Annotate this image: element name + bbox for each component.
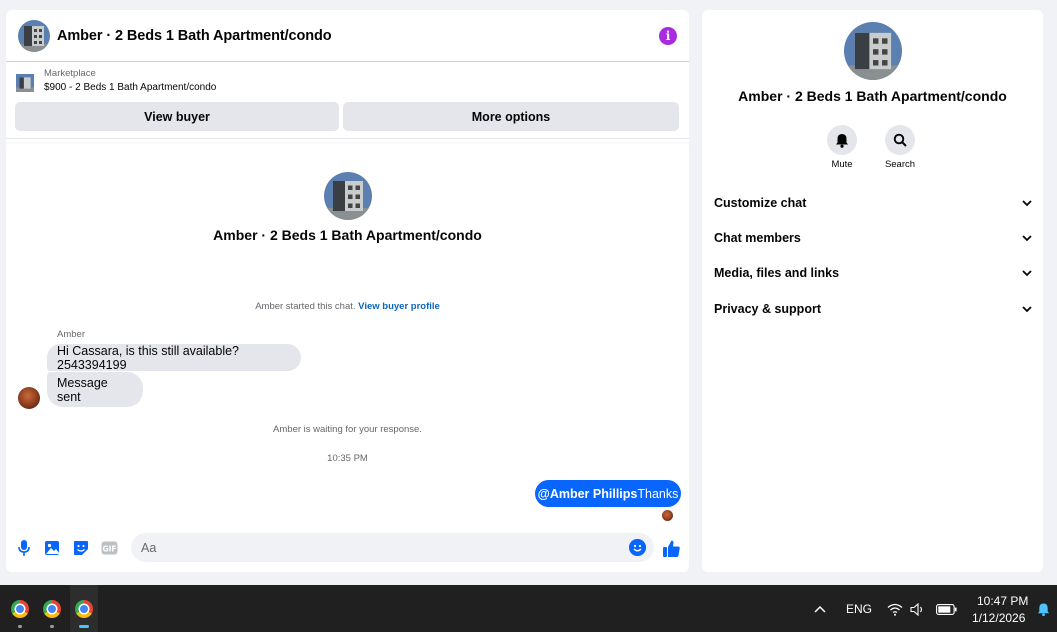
section-chat-members[interactable]: Chat members (714, 227, 1034, 249)
listing-actions: View buyer More options (6, 102, 689, 138)
chevron-up-icon[interactable] (812, 601, 828, 617)
wifi-icon[interactable] (887, 601, 903, 617)
volume-icon[interactable] (909, 601, 925, 617)
message-input[interactable] (141, 540, 611, 555)
running-indicator (50, 625, 54, 628)
running-indicator (18, 625, 22, 628)
marketplace-listing[interactable]: Marketplace $900 - 2 Beds 1 Bath Apartme… (6, 62, 689, 102)
section-label: Media, files and links (714, 266, 840, 280)
taskbar-chrome-2[interactable] (37, 585, 67, 632)
chat-header: Amber · 2 Beds 1 Bath Apartment/condo i (6, 10, 689, 62)
chat-title[interactable]: Amber · 2 Beds 1 Bath Apartment/condo (57, 28, 332, 44)
header-divider (6, 138, 689, 142)
mute-label: Mute (831, 159, 853, 170)
gif-icon[interactable]: GIF (100, 539, 118, 557)
marketplace-label: Marketplace (44, 68, 96, 79)
intro-avatar (323, 172, 372, 220)
info-title: Amber · 2 Beds 1 Bath Apartment/condo (738, 88, 1007, 104)
chat-started-text: Amber started this chat. (255, 301, 356, 312)
emoji-icon[interactable] (629, 539, 646, 556)
message-timestamp: 10:35 PM (327, 453, 368, 464)
notification-bell-icon[interactable] (1035, 601, 1051, 617)
chevron-down-icon (1022, 306, 1032, 313)
chat-avatar[interactable] (18, 19, 50, 52)
search-icon (893, 133, 907, 147)
taskbar-chrome-3[interactable] (70, 585, 98, 632)
outgoing-message[interactable]: @Amber Phillips Thanks (535, 480, 681, 507)
chat-intro: Amber · 2 Beds 1 Bath Apartment/condo (6, 172, 689, 243)
chevron-down-icon (1022, 200, 1032, 207)
more-options-button[interactable]: More options (343, 102, 679, 131)
language-indicator[interactable]: ENG (846, 602, 872, 616)
intro-title: Amber · 2 Beds 1 Bath Apartment/condo (213, 227, 482, 243)
search-button[interactable] (885, 125, 915, 155)
message-input-box[interactable] (131, 533, 654, 562)
mute-button[interactable] (827, 125, 857, 155)
clock-date[interactable]: 1/12/2026 (972, 611, 1025, 625)
chat-panel: Amber · 2 Beds 1 Bath Apartment/condo i … (6, 10, 689, 572)
info-avatar[interactable] (844, 22, 902, 80)
message-composer: GIF (6, 532, 689, 564)
read-receipt-avatar (662, 510, 673, 521)
taskbar-chrome-1[interactable] (5, 585, 35, 632)
mention-tag[interactable]: @Amber Phillips (538, 487, 638, 501)
conversation-info-panel: Amber · 2 Beds 1 Bath Apartment/condo Mu… (702, 10, 1043, 572)
sender-avatar[interactable] (18, 387, 40, 409)
listing-thumbnail (16, 74, 34, 92)
incoming-message[interactable]: Hi Cassara, is this still available? 254… (47, 344, 301, 372)
listing-title: $900 - 2 Beds 1 Bath Apartment/condo (44, 82, 217, 93)
chrome-icon (11, 599, 29, 618)
clock-time[interactable]: 10:47 PM (977, 594, 1028, 608)
svg-text:GIF: GIF (102, 545, 116, 554)
chevron-down-icon (1022, 235, 1032, 242)
chrome-icon (43, 599, 61, 618)
waiting-notice: Amber is waiting for your response. (273, 424, 422, 435)
battery-icon[interactable] (935, 601, 957, 617)
view-buyer-button[interactable]: View buyer (15, 102, 339, 131)
chrome-icon (75, 599, 93, 618)
mic-icon[interactable] (15, 539, 33, 557)
section-privacy-support[interactable]: Privacy & support (714, 298, 1034, 320)
section-label: Customize chat (714, 196, 807, 210)
section-media-files-links[interactable]: Media, files and links (714, 262, 1034, 284)
section-label: Chat members (714, 231, 801, 245)
sender-name: Amber (57, 329, 85, 340)
section-customize-chat[interactable]: Customize chat (714, 192, 1034, 214)
like-icon[interactable] (661, 538, 681, 558)
photo-icon[interactable] (43, 539, 61, 557)
view-buyer-profile-link[interactable]: View buyer profile (358, 301, 440, 312)
taskbar: ENG 10:47 PM 1/12/2026 (0, 585, 1057, 632)
sticker-icon[interactable] (72, 539, 90, 557)
active-indicator (79, 625, 89, 628)
section-label: Privacy & support (714, 302, 821, 316)
chat-started-notice: Amber started this chat. View buyer prof… (6, 301, 689, 312)
search-label: Search (884, 159, 916, 170)
bell-icon (836, 133, 848, 148)
chevron-down-icon (1022, 270, 1032, 277)
outgoing-text: Thanks (637, 486, 679, 501)
incoming-message[interactable]: Message sent (47, 372, 143, 407)
info-icon[interactable]: i (659, 26, 677, 45)
